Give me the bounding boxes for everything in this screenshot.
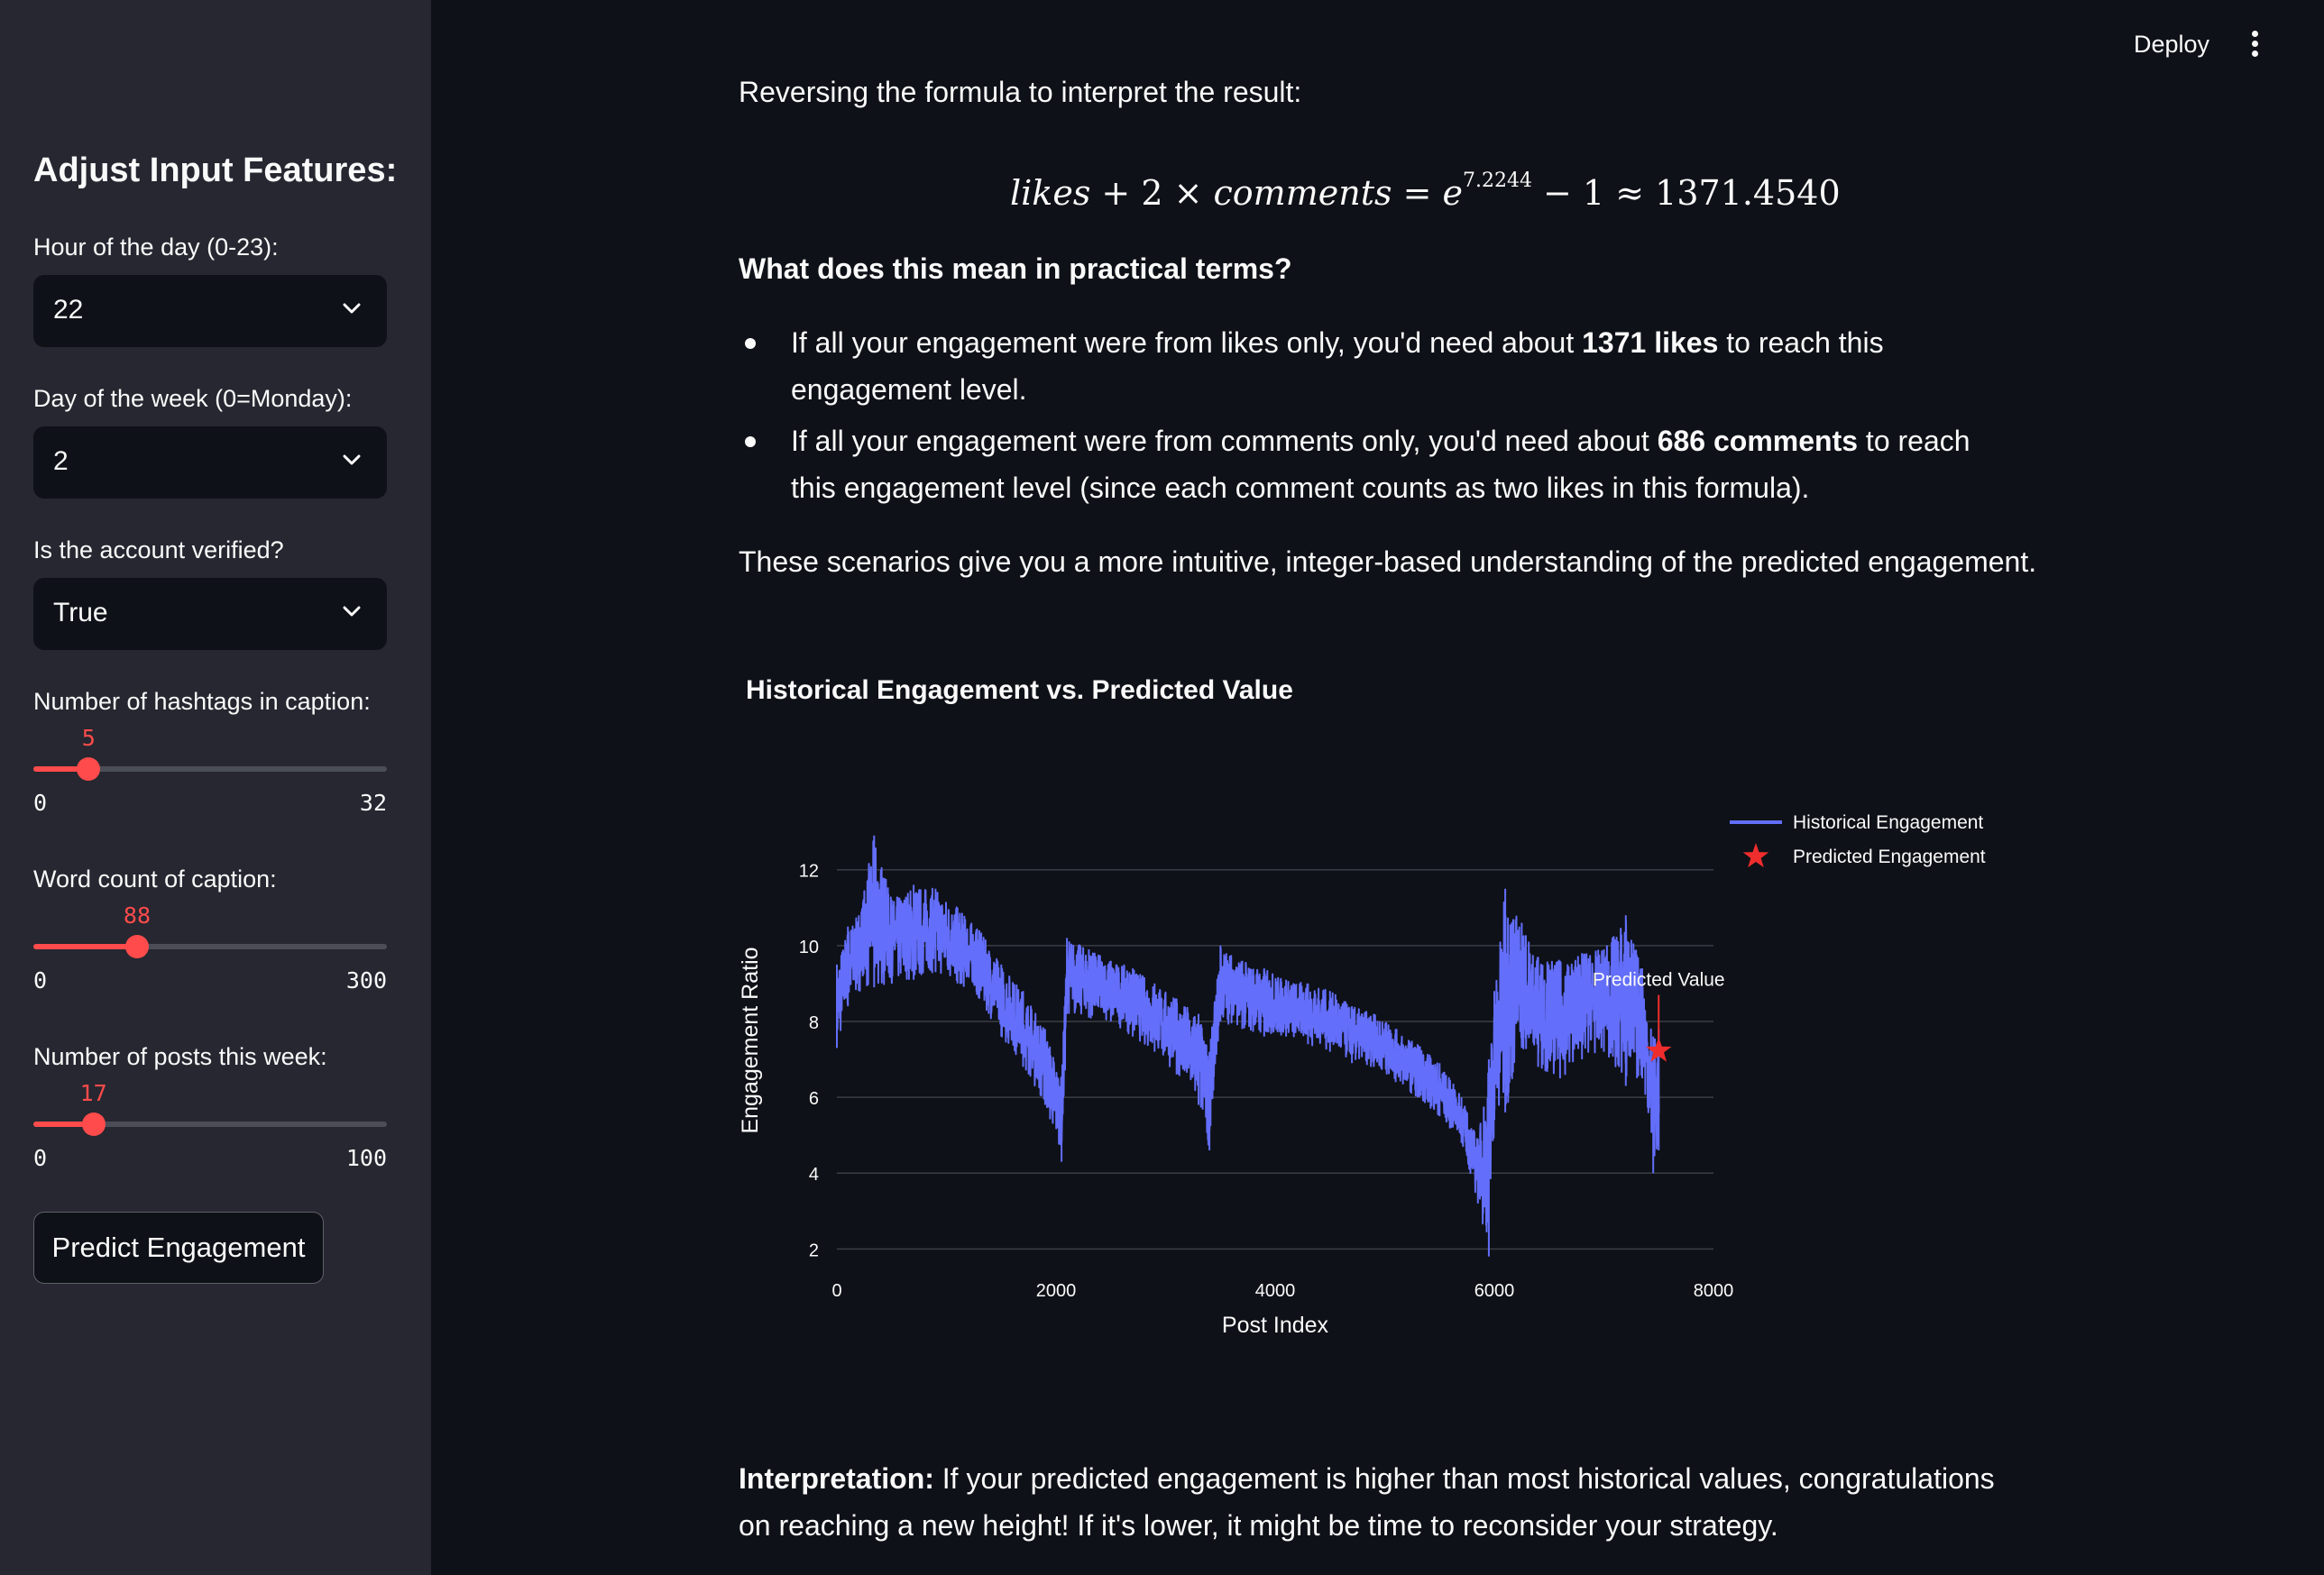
posts-label: Number of posts this week:: [33, 1043, 327, 1070]
annotation-label: Predicted Value: [1593, 970, 1725, 991]
interpretation-text: Interpretation: If your predicted engage…: [739, 1462, 1995, 1542]
y-axis-label: Engagement Ratio: [738, 947, 763, 1133]
hour-select[interactable]: 22: [33, 275, 387, 347]
y-tick-label: 4: [809, 1165, 819, 1185]
formula-rhs: − 1 ≈ 1371.4540: [1531, 173, 1841, 213]
hashtags-label: Number of hashtags in caption:: [33, 688, 371, 715]
words-label: Word count of caption:: [33, 865, 277, 893]
y-tick-label: 12: [799, 862, 819, 882]
scenarios-text: These scenarios give you a more intuitiv…: [739, 545, 2037, 578]
y-tick-label: 2: [809, 1241, 819, 1260]
practical-heading: What does this mean in practical terms?: [739, 252, 1292, 285]
bullet-likes: If all your engagement were from likes o…: [791, 326, 1884, 406]
chevron-down-icon: [343, 606, 361, 617]
slider-fill: [33, 944, 137, 949]
day-select[interactable]: 2: [33, 426, 387, 499]
verified-label: Is the account verified?: [33, 536, 284, 563]
formula-plus: + 2 ×: [1090, 173, 1214, 213]
day-label: Day of the week (0=Monday):: [33, 385, 353, 412]
y-tick-label: 10: [799, 938, 819, 957]
x-tick-label: 8000: [1694, 1281, 1734, 1301]
x-tick-label: 6000: [1474, 1281, 1515, 1301]
sidebar: Adjust Input Features: Hour of the day (…: [0, 0, 431, 1575]
hashtags-slider[interactable]: 5 0 32: [33, 725, 387, 816]
predict-engagement-button[interactable]: Predict Engagement: [33, 1212, 324, 1284]
slider-thumb[interactable]: [77, 757, 101, 781]
slider-min: 0: [33, 967, 48, 994]
legend-star-swatch: [1742, 843, 1769, 868]
y-tick-label: 8: [809, 1013, 819, 1033]
deploy-button[interactable]: Deploy: [2134, 31, 2209, 59]
slider-thumb[interactable]: [124, 935, 149, 958]
chevron-down-icon: [343, 303, 361, 314]
legend-label: Predicted Engagement: [1793, 847, 1986, 867]
bullet-comments: If all your engagement were from comment…: [791, 425, 1970, 504]
slider-min: 0: [33, 790, 48, 816]
kebab-menu-icon[interactable]: [2252, 31, 2261, 58]
hour-label: Hour of the day (0-23):: [33, 234, 279, 261]
verified-select[interactable]: True: [33, 578, 387, 650]
slider-max: 100: [345, 1145, 387, 1171]
slider-max: 300: [345, 967, 387, 994]
slider-current-value: 88: [123, 902, 152, 929]
formula-e: e: [1442, 173, 1463, 213]
posts-slider[interactable]: 17 0 100: [33, 1080, 387, 1171]
slider-current-value: 5: [81, 725, 96, 751]
x-tick-label: 2000: [1036, 1281, 1077, 1301]
x-axis-label: Post Index: [1222, 1313, 1329, 1338]
y-tick-label: 6: [809, 1089, 819, 1109]
bullet-dot: [745, 338, 756, 349]
formula-eq: =: [1392, 173, 1443, 213]
day-select-value: 2: [53, 446, 69, 476]
slider-max: 32: [359, 790, 387, 816]
chart-heading: Historical Engagement vs. Predicted Valu…: [746, 675, 1293, 705]
legend-label: Historical Engagement: [1793, 812, 1983, 833]
chevron-down-icon: [343, 454, 361, 465]
hour-select-value: 22: [53, 295, 84, 325]
formula-exponent: 7.2244: [1462, 169, 1532, 192]
slider-min: 0: [33, 1145, 48, 1171]
x-tick-label: 0: [831, 1281, 841, 1301]
x-tick-label: 4000: [1255, 1281, 1296, 1301]
formula-comments: comments: [1213, 173, 1392, 213]
verified-select-value: True: [53, 598, 108, 627]
engagement-chart[interactable]: 2 4 6 8 10 12 0 2000 4000 6000 8000 Post Index Engag…: [730, 739, 2038, 1388]
slider-thumb[interactable]: [81, 1113, 106, 1136]
slider-current-value: 17: [79, 1080, 107, 1106]
formula: likes + 2 × comments = e7.2244 − 1 ≈ 137…: [0, 169, 2324, 213]
reverse-formula-text: Reversing the formula to interpret the r…: [739, 76, 1302, 108]
formula-likes: likes: [1010, 173, 1091, 213]
bullet-dot: [745, 436, 756, 447]
historical-engagement-series: [836, 835, 1660, 1257]
words-slider[interactable]: 88 0 300: [33, 902, 387, 994]
